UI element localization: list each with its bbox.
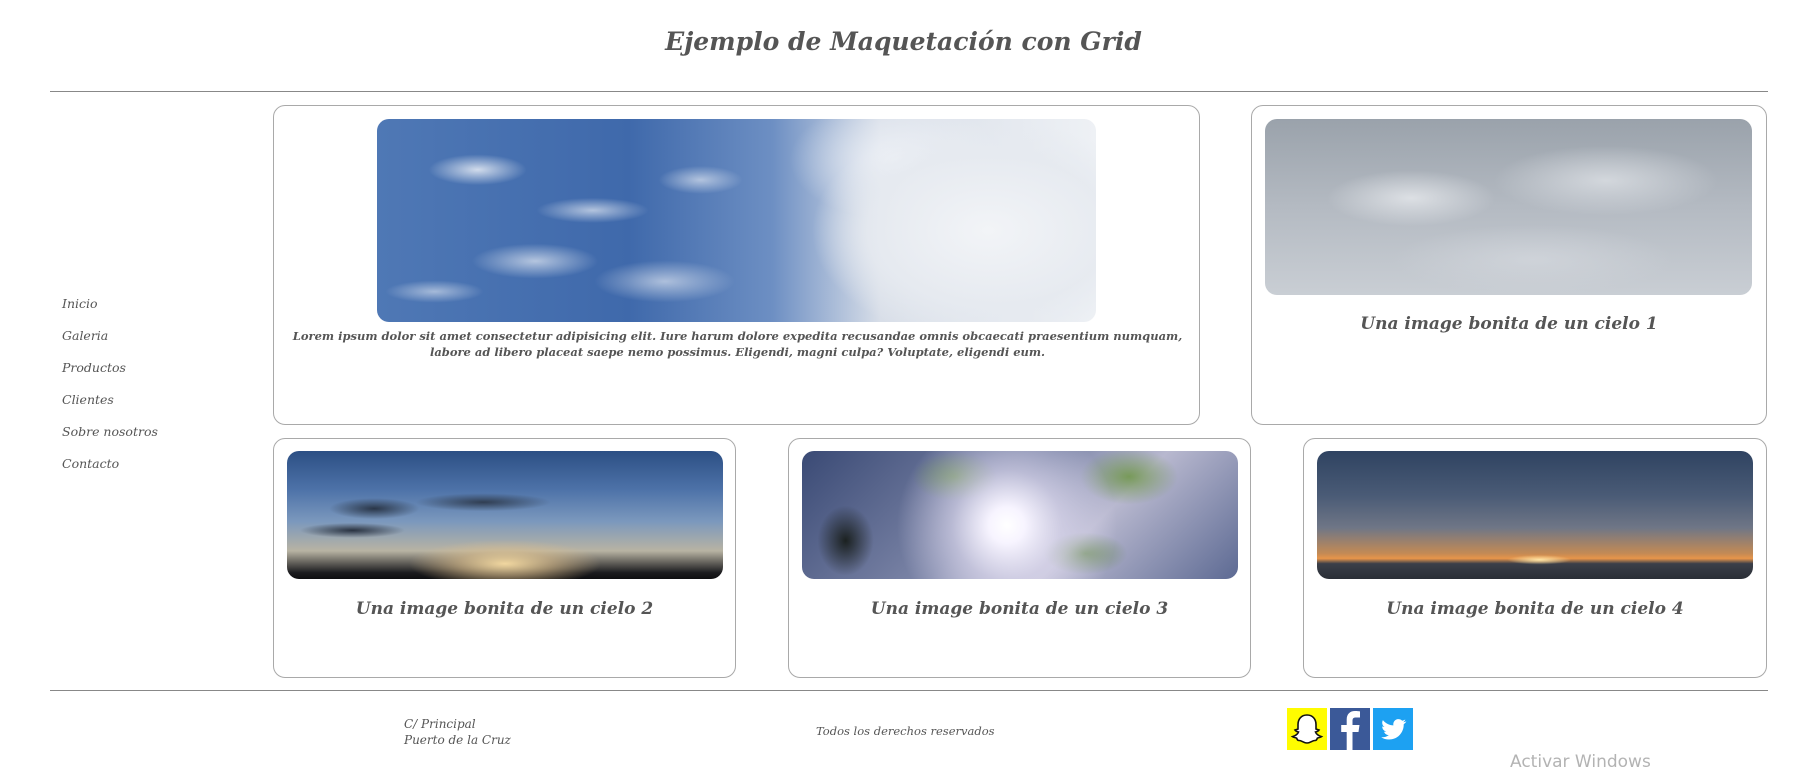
gallery-card-1: Una image bonita de un cielo 1 [1251,105,1767,425]
sidebar-item-inicio[interactable]: Inicio [62,296,158,328]
gallery-card-4: Una image bonita de un cielo 4 [1303,438,1767,678]
sidebar-item-productos[interactable]: Productos [62,360,158,392]
gallery-card-3: Una image bonita de un cielo 3 [788,438,1251,678]
sidebar-nav: Inicio Galeria Productos Clientes Sobre … [62,296,158,488]
facebook-logo [1330,708,1370,750]
feature-text: Lorem ipsum dolor sit amet consectetur a… [292,329,1183,359]
sidebar-item-sobre-nosotros[interactable]: Sobre nosotros [62,424,158,456]
address-line-city: Puerto de la Cruz [404,733,511,747]
overcast-sky-image [1265,119,1752,295]
copyright-text: Todos los derechos reservados [816,724,995,738]
sidebar-item-clientes[interactable]: Clientes [62,392,158,424]
card-caption: Una image bonita de un cielo 4 [1386,599,1684,619]
card-caption: Una image bonita de un cielo 3 [870,599,1169,619]
header-divider [50,91,1768,92]
tree-sun-image [802,451,1238,579]
gallery-card-2: Una image bonita de un cielo 2 [273,438,736,678]
sidebar-item-galeria[interactable]: Galeria [62,328,158,360]
page: Ejemplo de Maquetación con Grid Inicio G… [0,0,1807,776]
footer-divider [50,690,1768,691]
sea-sunset-image [1317,451,1753,579]
sunset-clouds-image [287,451,723,579]
sky-blue-clouds-image [377,119,1096,322]
snapchat-logo [1287,708,1327,750]
facebook-icon[interactable] [1330,708,1370,750]
card-caption: Una image bonita de un cielo 2 [355,599,654,619]
activation-watermark: Activar Windows [1510,752,1651,772]
snapchat-icon[interactable] [1287,708,1327,750]
feature-card: Lorem ipsum dolor sit amet consectetur a… [273,105,1200,425]
twitter-logo [1373,708,1413,750]
page-title: Ejemplo de Maquetación con Grid [665,27,1142,56]
footer-address: C/ Principal Puerto de la Cruz [404,716,511,748]
card-caption: Una image bonita de un cielo 1 [1360,314,1658,334]
address-line-street: C/ Principal [404,717,476,731]
twitter-icon[interactable] [1373,708,1413,750]
sidebar-item-contacto[interactable]: Contacto [62,456,158,488]
